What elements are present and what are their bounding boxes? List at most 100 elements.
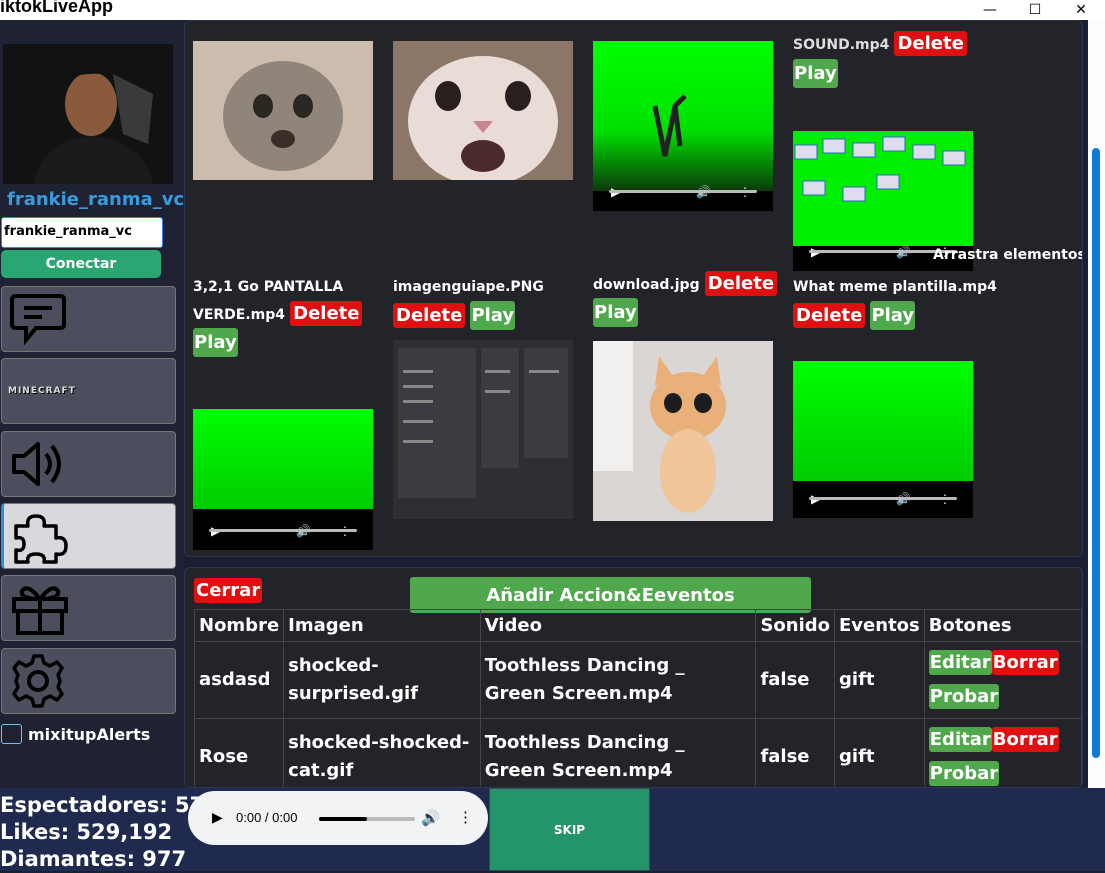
gallery-item-imagenguiape: imagenguiape.PNG Delete Play xyxy=(393,279,544,330)
gallery-item-top: SOUND.mp4 Delete xyxy=(793,31,967,56)
media-gallery: ▶🔊⋮ SOUND.mp4 Delete Play ▶🔊⋮ Arrastra e… xyxy=(184,20,1083,557)
video-progress-bar[interactable] xyxy=(209,529,357,532)
gallery-item-top-play: Play xyxy=(793,59,838,88)
cell-imagen: shocked-surprised.gif xyxy=(283,641,481,719)
delete-button[interactable]: Delete xyxy=(793,303,866,328)
kitten-image xyxy=(593,341,773,521)
delete-button[interactable]: Delete xyxy=(704,271,778,296)
audio-player[interactable]: ▶ 0:00 / 0:00 🔊 ⋮ xyxy=(188,791,488,845)
edit-button[interactable]: Editar xyxy=(928,727,992,752)
play-button[interactable]: Play xyxy=(793,59,838,88)
username-label: frankie_ranma_vc xyxy=(7,189,185,210)
col-imagen: Imagen xyxy=(283,609,481,642)
likes-count: Likes: 529,192 xyxy=(0,820,173,844)
test-button[interactable]: Probar xyxy=(928,761,1000,786)
audio-volume-slider[interactable] xyxy=(319,817,415,821)
col-video: Video xyxy=(479,609,757,642)
delete-button[interactable]: Borrar xyxy=(991,727,1059,752)
gear-icon xyxy=(12,654,64,708)
cat-shocked-image xyxy=(193,41,373,180)
media-name: What meme plantilla.mp4 xyxy=(793,279,997,295)
media-name: download.jpg xyxy=(593,277,700,293)
cell-nombre: asdasd xyxy=(193,641,285,719)
diamonds-count: Diamantes: 977 xyxy=(0,847,187,871)
table-row: asdasd shocked-surprised.gif Toothless D… xyxy=(193,641,1082,719)
video-progress-bar[interactable] xyxy=(809,497,957,500)
play-icon[interactable]: ▶ xyxy=(212,809,223,826)
window-title: iktokLiveApp xyxy=(0,0,114,16)
speaker-icon xyxy=(12,442,61,486)
play-button[interactable]: Play xyxy=(870,301,916,330)
close-window-button[interactable]: ✕ xyxy=(1058,0,1104,20)
more-options-icon[interactable]: ⋮ xyxy=(458,808,473,826)
stream-stats: Espectadores: 57 Likes: 529,192 Diamante… xyxy=(0,792,204,873)
cell-sonido: false xyxy=(755,718,836,787)
drop-hint: Arrastra elementos aquí xyxy=(933,247,1083,263)
skip-button[interactable]: SKIP xyxy=(489,788,650,871)
cell-eventos: gift xyxy=(834,718,925,787)
mixitup-checkbox[interactable] xyxy=(1,724,22,744)
actions-panel: Cerrar Añadir Accion&Eeventos Nombre Ima… xyxy=(184,567,1083,788)
chat-icon xyxy=(10,294,66,346)
play-button[interactable]: Play xyxy=(193,328,238,357)
maximize-button[interactable]: ☐ xyxy=(1012,0,1058,20)
minimize-button[interactable]: — xyxy=(967,0,1013,20)
nav-minecraft[interactable]: MINECRAFT xyxy=(1,358,176,424)
puzzle-icon xyxy=(14,514,68,564)
play-button[interactable]: Play xyxy=(593,298,638,327)
media-name: 3,2,1 Go PANTALLA xyxy=(193,279,344,295)
table-header-row: Nombre Imagen Video Sonido Eventos Boton… xyxy=(193,609,1082,642)
minecraft-logo-icon: MINECRAFT xyxy=(8,386,76,396)
test-button[interactable]: Probar xyxy=(928,684,1000,709)
nav-gifts[interactable] xyxy=(1,575,176,641)
cell-video: Toothless Dancing _ Green Screen.mp4 xyxy=(479,641,757,719)
media-name: imagenguiape.PNG xyxy=(393,279,544,295)
gift-icon xyxy=(12,586,68,635)
cell-video: Toothless Dancing _ Green Screen.mp4 xyxy=(479,718,757,787)
nav-plugins[interactable] xyxy=(1,503,176,569)
video-player-4[interactable]: ▶🔊⋮ xyxy=(793,361,973,518)
gallery-item-321go: 3,2,1 Go PANTALLA VERDE.mp4 Delete Play xyxy=(193,279,363,357)
nav-chat[interactable] xyxy=(1,286,176,352)
viewers-count: Espectadores: 57 xyxy=(0,793,205,817)
media-name-cont: VERDE.mp4 xyxy=(193,307,286,323)
cell-eventos: gift xyxy=(834,641,925,719)
cell-botones: Editar Borrar Probar xyxy=(923,641,1082,719)
cell-nombre: Rose xyxy=(193,718,285,787)
volume-icon[interactable]: 🔊 xyxy=(421,809,440,827)
cell-botones: Editar Borrar Probar xyxy=(923,718,1082,787)
cat-closeup-image xyxy=(393,41,573,180)
delete-button[interactable]: Borrar xyxy=(991,650,1059,675)
delete-button[interactable]: Delete xyxy=(290,301,363,326)
play-button[interactable]: Play xyxy=(470,301,516,330)
col-nombre: Nombre xyxy=(193,609,285,642)
avatar xyxy=(3,44,173,184)
add-action-event-button[interactable]: Añadir Accion&Eeventos xyxy=(410,577,811,613)
delete-button[interactable]: Delete xyxy=(894,31,967,56)
cell-sonido: false xyxy=(755,641,836,719)
media-name: SOUND.mp4 xyxy=(793,37,890,53)
audio-time: 0:00 / 0:00 xyxy=(236,810,298,825)
events-table: Nombre Imagen Video Sonido Eventos Boton… xyxy=(193,609,1082,787)
title-bar: iktokLiveApp — ☐ ✕ xyxy=(0,0,1105,20)
mixitup-alerts-toggle[interactable]: mixitupAlerts xyxy=(1,724,150,744)
video-progress-bar[interactable] xyxy=(609,190,757,193)
username-input[interactable]: frankie_ranma_vc xyxy=(1,217,163,248)
col-sonido: Sonido xyxy=(755,609,836,642)
scrollbar-thumb[interactable] xyxy=(1092,148,1100,758)
sidebar: frankie_ranma_vc frankie_ranma_vc Conect… xyxy=(0,20,184,788)
gallery-item-download: download.jpg Delete Play xyxy=(593,271,778,327)
nav-sound[interactable] xyxy=(1,431,176,497)
col-botones: Botones xyxy=(923,609,1082,642)
video-player-3[interactable]: ▶🔊⋮ xyxy=(193,409,373,550)
connect-button[interactable]: Conectar xyxy=(1,250,161,278)
cell-imagen: shocked-shocked-cat.gif xyxy=(283,718,481,787)
bottom-bar: Espectadores: 57 Likes: 529,192 Diamante… xyxy=(0,788,1105,871)
video-player-1[interactable]: ▶🔊⋮ xyxy=(593,41,773,211)
delete-button[interactable]: Delete xyxy=(393,303,466,328)
edit-button[interactable]: Editar xyxy=(928,650,992,675)
col-eventos: Eventos xyxy=(834,609,925,642)
nav-settings[interactable] xyxy=(1,648,176,714)
table-row: Rose shocked-shocked-cat.gif Toothless D… xyxy=(193,718,1082,787)
close-button[interactable]: Cerrar xyxy=(194,578,263,603)
